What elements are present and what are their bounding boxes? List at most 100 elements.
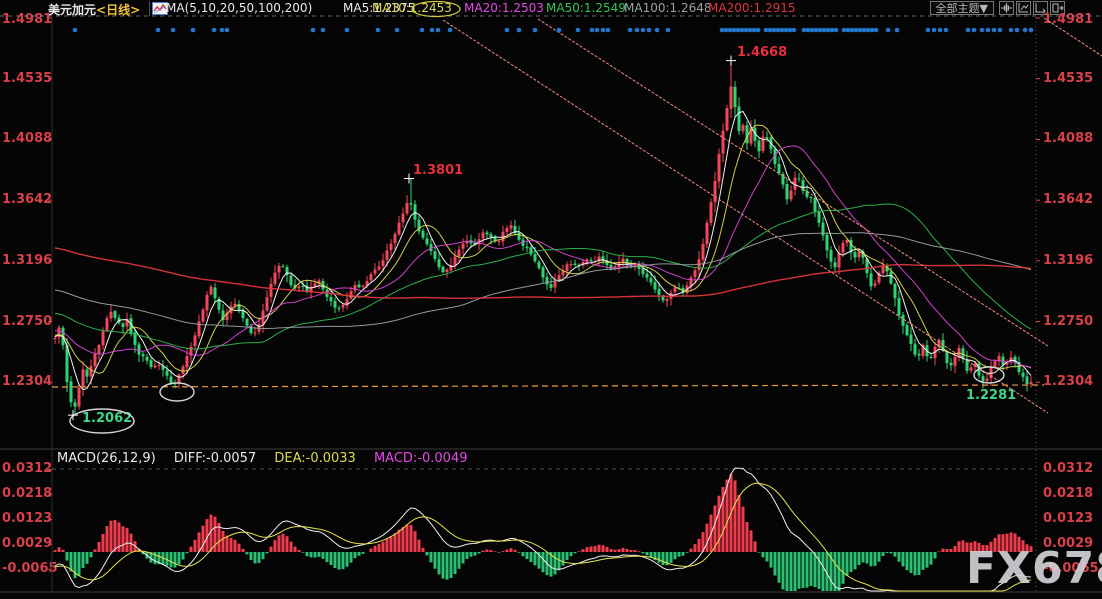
event-dot[interactable] bbox=[866, 28, 871, 33]
event-dot[interactable] bbox=[724, 28, 729, 33]
event-dot[interactable] bbox=[728, 28, 733, 33]
macd-histogram-bar bbox=[170, 552, 173, 567]
event-dot[interactable] bbox=[818, 28, 823, 33]
event-dot[interactable] bbox=[666, 28, 671, 33]
event-dot[interactable] bbox=[191, 28, 196, 33]
theme-dropdown-button[interactable]: 全部主题▼ bbox=[930, 1, 994, 15]
event-dot[interactable] bbox=[156, 28, 161, 33]
event-dot[interactable] bbox=[874, 28, 879, 33]
event-dot[interactable] bbox=[850, 28, 855, 33]
event-dot[interactable] bbox=[601, 28, 606, 33]
event-dot[interactable] bbox=[376, 28, 381, 33]
event-dot[interactable] bbox=[822, 28, 827, 33]
event-dot[interactable] bbox=[826, 28, 831, 33]
event-dot[interactable] bbox=[171, 28, 176, 33]
event-dot[interactable] bbox=[655, 28, 660, 33]
event-dot[interactable] bbox=[595, 28, 600, 33]
event-dot[interactable] bbox=[1009, 28, 1014, 33]
event-dot[interactable] bbox=[606, 28, 611, 33]
macd-histogram-bar bbox=[58, 547, 61, 552]
event-dot[interactable] bbox=[517, 28, 522, 33]
event-dot[interactable] bbox=[810, 28, 815, 33]
event-dot[interactable] bbox=[998, 28, 1003, 33]
event-dot[interactable] bbox=[834, 28, 839, 33]
event-dot[interactable] bbox=[944, 28, 949, 33]
event-dot[interactable] bbox=[966, 28, 971, 33]
event-dot[interactable] bbox=[846, 28, 851, 33]
event-dot[interactable] bbox=[345, 28, 350, 33]
macd-histogram-bar bbox=[150, 552, 153, 563]
crosshair-icon[interactable] bbox=[999, 1, 1014, 15]
event-dot[interactable] bbox=[842, 28, 847, 33]
macd-histogram-bar bbox=[658, 552, 661, 563]
event-dot[interactable] bbox=[858, 28, 863, 33]
event-dot[interactable] bbox=[938, 28, 943, 33]
period-label[interactable]: <日线> bbox=[96, 3, 140, 17]
event-dot[interactable] bbox=[647, 28, 652, 33]
event-dot[interactable] bbox=[862, 28, 867, 33]
event-dot[interactable] bbox=[395, 28, 400, 33]
event-dot[interactable] bbox=[776, 28, 781, 33]
macd-histogram-bar bbox=[818, 552, 821, 589]
event-dot[interactable] bbox=[986, 28, 991, 33]
event-dot[interactable] bbox=[436, 28, 441, 33]
event-dot[interactable] bbox=[505, 28, 510, 33]
event-dot[interactable] bbox=[854, 28, 859, 33]
candle-body bbox=[254, 333, 257, 334]
axis-fit-icon[interactable] bbox=[1016, 1, 1031, 15]
event-dot[interactable] bbox=[806, 28, 811, 33]
event-dot[interactable] bbox=[748, 28, 753, 33]
event-dot[interactable] bbox=[590, 28, 595, 33]
event-dot[interactable] bbox=[764, 28, 769, 33]
event-dot[interactable] bbox=[870, 28, 875, 33]
event-dot[interactable] bbox=[744, 28, 749, 33]
ma-legend-item: MA200:1.2915 bbox=[708, 1, 796, 15]
event-dot[interactable] bbox=[448, 28, 453, 33]
event-dot[interactable] bbox=[740, 28, 745, 33]
macd-histogram-bar bbox=[566, 552, 569, 560]
event-dot[interactable] bbox=[635, 28, 640, 33]
event-dot[interactable] bbox=[784, 28, 789, 33]
candle-body bbox=[530, 247, 533, 254]
event-dot[interactable] bbox=[992, 28, 997, 33]
event-dot[interactable] bbox=[73, 28, 78, 33]
symbol-name[interactable]: 美元加元 bbox=[48, 3, 96, 17]
event-dot[interactable] bbox=[972, 28, 977, 33]
event-dot[interactable] bbox=[802, 28, 807, 33]
event-dot[interactable] bbox=[895, 28, 900, 33]
event-dot[interactable] bbox=[1023, 28, 1028, 33]
event-dot[interactable] bbox=[830, 28, 835, 33]
event-dot[interactable] bbox=[980, 28, 985, 33]
event-dot[interactable] bbox=[736, 28, 741, 33]
event-dot[interactable] bbox=[932, 28, 937, 33]
event-dot[interactable] bbox=[641, 28, 646, 33]
event-dot[interactable] bbox=[926, 28, 931, 33]
event-dot[interactable] bbox=[576, 28, 581, 33]
event-dot[interactable] bbox=[311, 28, 316, 33]
event-dot[interactable] bbox=[780, 28, 785, 33]
event-dot[interactable] bbox=[814, 28, 819, 33]
event-dot[interactable] bbox=[788, 28, 793, 33]
event-dot[interactable] bbox=[220, 28, 225, 33]
event-dot[interactable] bbox=[792, 28, 797, 33]
event-dot[interactable] bbox=[886, 28, 891, 33]
event-dot[interactable] bbox=[752, 28, 757, 33]
event-dot[interactable] bbox=[756, 28, 761, 33]
event-dot[interactable] bbox=[1029, 28, 1034, 33]
macd-histogram-bar bbox=[494, 551, 497, 552]
event-dot[interactable] bbox=[212, 28, 217, 33]
event-dot[interactable] bbox=[732, 28, 737, 33]
event-dot[interactable] bbox=[772, 28, 777, 33]
event-dot[interactable] bbox=[225, 28, 230, 33]
event-dot[interactable] bbox=[1015, 28, 1020, 33]
candle-body bbox=[166, 371, 169, 376]
event-dot[interactable] bbox=[768, 28, 773, 33]
event-dot[interactable] bbox=[321, 28, 326, 33]
event-dot[interactable] bbox=[430, 28, 435, 33]
event-dot[interactable] bbox=[557, 28, 562, 33]
event-dot[interactable] bbox=[628, 28, 633, 33]
event-dot[interactable] bbox=[420, 28, 425, 33]
macd-histogram-bar bbox=[398, 530, 401, 552]
event-dot[interactable] bbox=[720, 28, 725, 33]
event-dot[interactable] bbox=[533, 28, 538, 33]
